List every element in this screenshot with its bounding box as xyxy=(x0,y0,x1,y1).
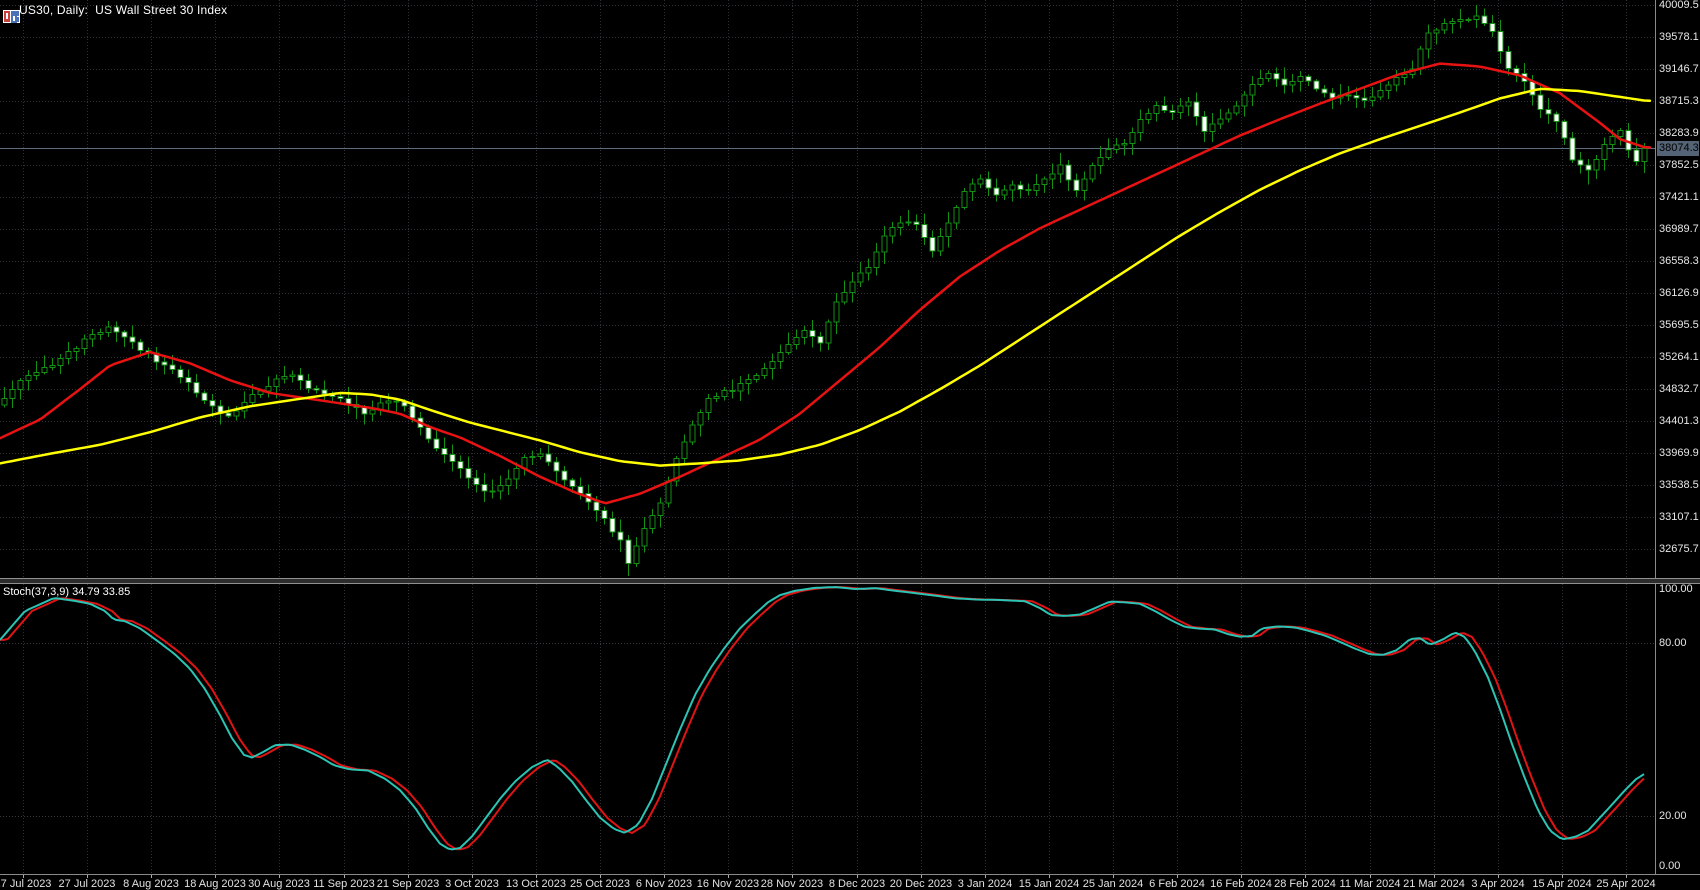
price-axis-label: 36126.9 xyxy=(1659,287,1699,299)
price-axis-label: 38283.9 xyxy=(1659,127,1699,139)
trading-chart-window: US30, Daily: US Wall Street 30 Index Sto… xyxy=(0,0,1700,890)
price-axis-label: 35695.5 xyxy=(1659,319,1699,331)
price-axis-label: 35264.1 xyxy=(1659,351,1699,363)
stochastic-main-line xyxy=(0,586,1645,851)
price-axis-label: 37852.5 xyxy=(1659,159,1699,171)
price-axis-label: 39578.1 xyxy=(1659,31,1699,43)
main-price-chart[interactable] xyxy=(0,0,1655,578)
price-axis-label: 33969.9 xyxy=(1659,447,1699,459)
stochastic-chart[interactable] xyxy=(0,584,1655,874)
price-axis-label: 32675.7 xyxy=(1659,543,1699,555)
price-axis-label: 36558.3 xyxy=(1659,255,1699,267)
current-price-badge: 38074.3 xyxy=(1657,141,1699,157)
price-axis-label: 34401.3 xyxy=(1659,415,1699,427)
stoch-axis-label: 80.00 xyxy=(1659,636,1687,649)
price-axis-label: 33107.1 xyxy=(1659,511,1699,523)
price-axis-label: 33538.5 xyxy=(1659,479,1699,491)
stoch-axis-label: 0.00 xyxy=(1659,860,1681,872)
stoch-axis-label: 20.00 xyxy=(1659,810,1687,823)
price-axis-label: 38715.3 xyxy=(1659,95,1699,107)
candles xyxy=(1,5,1648,577)
chart-title-bar: US30, Daily: US Wall Street 30 Index xyxy=(3,2,228,23)
price-axis-label: 40009.5 xyxy=(1659,0,1699,11)
panel-splitter[interactable] xyxy=(0,578,1700,584)
time-axis-label: 25 Apr 2024 xyxy=(1596,878,1656,890)
stochastic-label: Stoch(37,3,9) 34.79 33.85 xyxy=(3,586,131,598)
stoch-axis-label: 100.00 xyxy=(1659,583,1693,595)
chart-title: US30, Daily: US Wall Street 30 Index xyxy=(19,3,228,17)
price-axis-label: 39146.7 xyxy=(1659,63,1699,75)
price-axis[interactable]: 40009.5 39578.1 39146.7 38715.3 38283.9 37852… xyxy=(1655,0,1700,874)
price-axis-label: 34832.7 xyxy=(1659,383,1699,395)
time-axis[interactable]: 17 Jul 2023 27 Jul 2023 8 Aug 2023 18 Aug 2… xyxy=(0,874,1700,890)
price-axis-label: 37421.1 xyxy=(1659,191,1699,203)
moving-average-fast-red xyxy=(0,62,1652,505)
stochastic-signal-line xyxy=(0,586,1645,851)
price-axis-label: 36989.7 xyxy=(1659,223,1699,235)
